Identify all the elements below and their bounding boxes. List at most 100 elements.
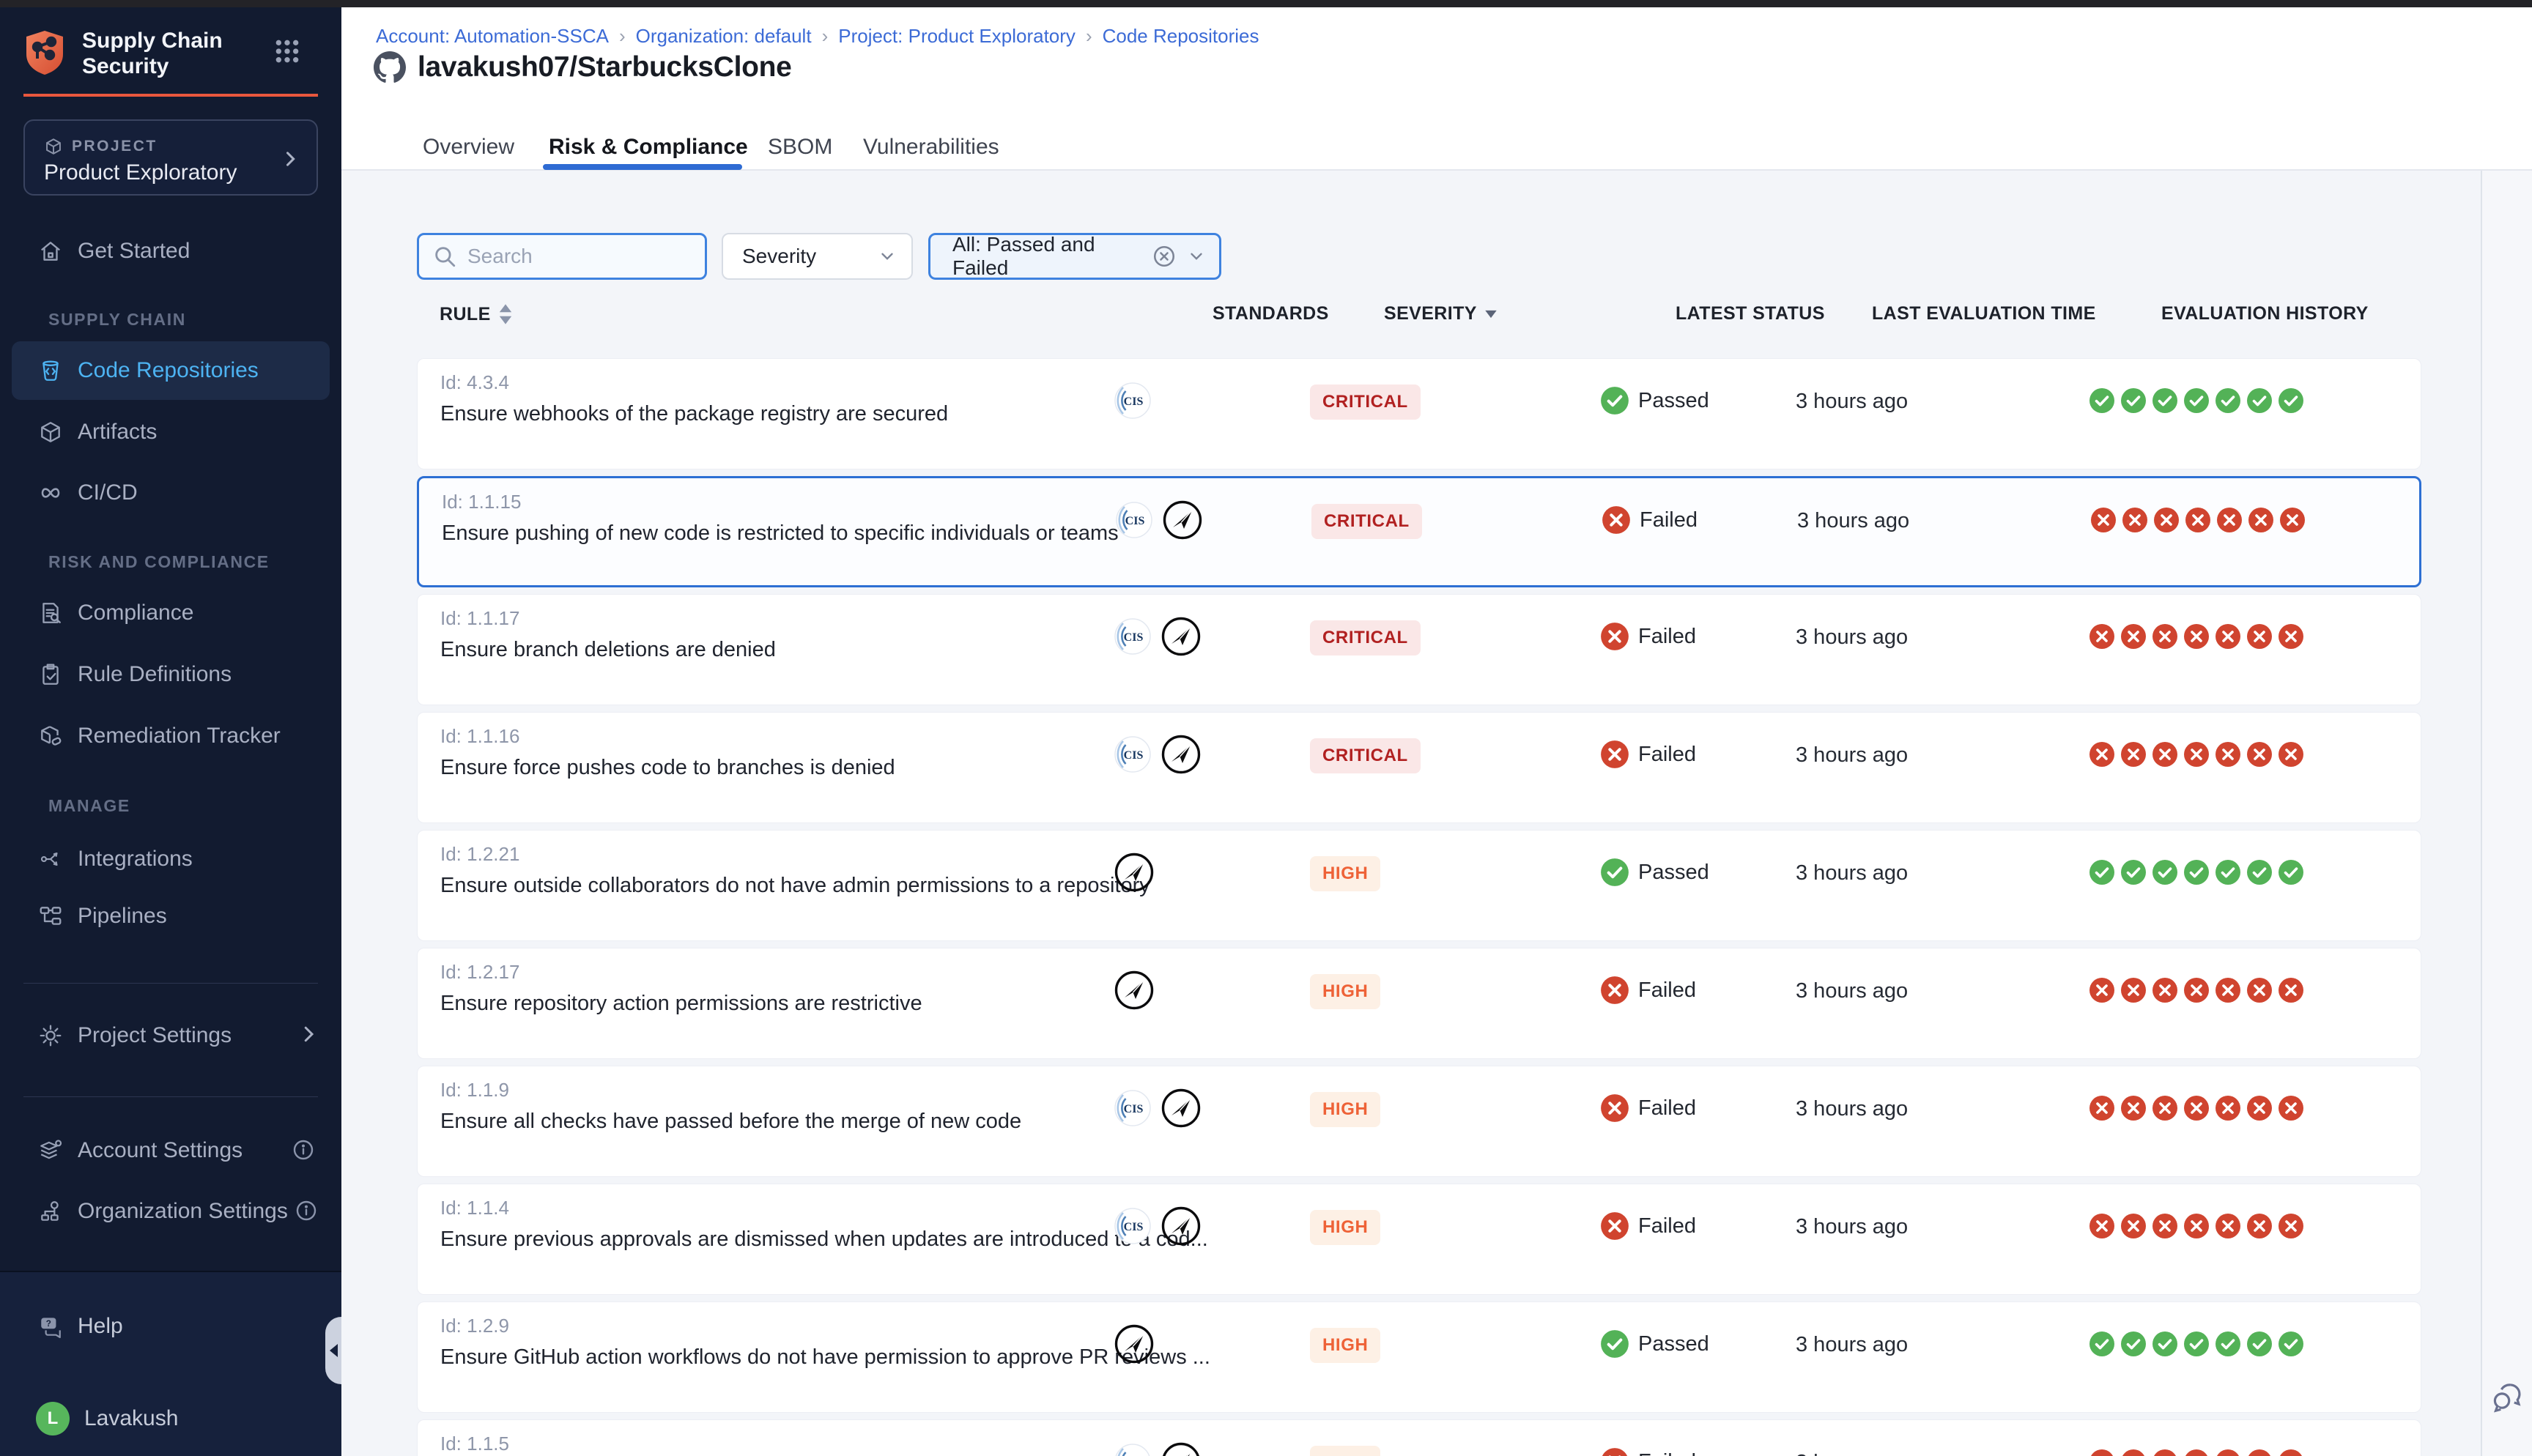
rule-id: Id: 1.1.5 xyxy=(440,1433,509,1455)
tab-sbom[interactable]: SBOM xyxy=(768,135,832,160)
tab-risk-and-compliance[interactable]: Risk & Compliance xyxy=(549,135,748,160)
plane-standard-badge xyxy=(1160,616,1202,657)
severity-dropdown[interactable]: Severity xyxy=(722,233,913,280)
breadcrumb-account[interactable]: Account: Automation-SSCA xyxy=(376,25,609,48)
divider xyxy=(23,983,318,984)
sidebar-item-artifacts[interactable]: Artifacts xyxy=(0,416,341,448)
table-row[interactable]: Id: 1.1.15 Ensure pushing of new code is… xyxy=(417,476,2421,587)
history-pass-icon xyxy=(2246,859,2273,885)
history-pass-icon xyxy=(2089,387,2115,414)
sidebar-item-help[interactable]: ? Help xyxy=(0,1310,341,1342)
chat-launcher-icon[interactable] xyxy=(2490,1379,2526,1416)
severity-badge: HIGH xyxy=(1310,1092,1380,1127)
history-fail-icon xyxy=(2215,1449,2241,1456)
sidebar-item-integrations[interactable]: Integrations xyxy=(0,843,341,875)
history-fail-icon xyxy=(2120,623,2147,650)
history-fail-icon xyxy=(2215,623,2241,650)
apps-grid-icon[interactable] xyxy=(273,37,302,66)
evaluation-history xyxy=(2090,507,2306,533)
sidebar-item-organization-settings[interactable]: Organization Settings xyxy=(0,1195,341,1227)
history-fail-icon xyxy=(2152,741,2178,768)
evaluation-history xyxy=(2089,1331,2304,1357)
history-pass-icon xyxy=(2152,387,2178,414)
search-field[interactable] xyxy=(417,233,707,280)
table-row[interactable]: Id: 1.2.21 Ensure outside collaborators … xyxy=(417,830,2421,941)
history-fail-icon xyxy=(2120,1213,2147,1239)
history-pass-icon xyxy=(2278,387,2304,414)
sidebar-collapse-handle[interactable] xyxy=(325,1317,341,1384)
sidebar-item-user[interactable]: L Lavakush xyxy=(0,1403,341,1435)
evaluation-history xyxy=(2089,977,2304,1003)
project-selector[interactable]: PROJECT Product Exploratory xyxy=(23,119,318,196)
evaluation-history xyxy=(2089,387,2304,414)
status-filter-dropdown[interactable]: All: Passed and Failed xyxy=(928,233,1221,280)
table-row[interactable]: Id: 4.3.4 Ensure webhooks of the package… xyxy=(417,358,2421,469)
column-rule[interactable]: RULE xyxy=(440,303,513,325)
cis-standard-badge: CIS xyxy=(1114,1089,1152,1127)
standards-badges: CIS xyxy=(1114,734,1202,775)
svg-text:CIS: CIS xyxy=(1124,1103,1144,1115)
severity-badge: HIGH xyxy=(1310,856,1380,891)
clear-filter-icon[interactable] xyxy=(1152,244,1177,269)
page-header: Account: Automation-SSCA › Organization:… xyxy=(341,7,2532,171)
project-name: Product Exploratory xyxy=(44,160,237,185)
github-icon xyxy=(374,51,406,83)
severity-badge: CRITICAL xyxy=(1310,385,1421,420)
breadcrumb-project[interactable]: Project: Product Exploratory xyxy=(838,25,1076,48)
breadcrumb-separator: › xyxy=(822,25,829,48)
standards-badges xyxy=(1114,970,1155,1011)
breadcrumb-organization[interactable]: Organization: default xyxy=(636,25,812,48)
evaluation-history xyxy=(2089,859,2304,885)
table-row[interactable]: Id: 1.2.17 Ensure repository action perm… xyxy=(417,948,2421,1059)
history-fail-icon xyxy=(2183,741,2210,768)
table-row[interactable]: Id: 1.1.16 Ensure force pushes code to b… xyxy=(417,712,2421,823)
history-pass-icon xyxy=(2246,1331,2273,1357)
tab-overview[interactable]: Overview xyxy=(423,135,514,160)
table-row[interactable]: Id: 1.1.17 Ensure branch deletions are d… xyxy=(417,594,2421,705)
table-row[interactable]: Id: 1.1.4 Ensure previous approvals are … xyxy=(417,1184,2421,1295)
sidebar-item-project-settings[interactable]: Project Settings xyxy=(0,1019,341,1052)
table-row[interactable]: Id: 1.1.5 CIS HIGH Failed 3 hours ago xyxy=(417,1419,2421,1456)
severity-badge: HIGH xyxy=(1310,1210,1380,1245)
app-title: Supply Chain Security xyxy=(82,28,251,79)
sidebar-item-code-repositories[interactable]: Code Repositories xyxy=(12,341,330,400)
sidebar-item-compliance[interactable]: Compliance xyxy=(0,597,341,629)
breadcrumb-code-repositories[interactable]: Code Repositories xyxy=(1103,25,1259,48)
history-fail-icon xyxy=(2216,507,2243,533)
info-icon[interactable] xyxy=(292,1138,316,1163)
rule-description: Ensure pushing of new code is restricted… xyxy=(442,521,1119,546)
history-fail-icon xyxy=(2152,623,2178,650)
history-fail-icon xyxy=(2279,507,2306,533)
table-row[interactable]: Id: 1.1.9 Ensure all checks have passed … xyxy=(417,1066,2421,1177)
plane-standard-badge xyxy=(1114,970,1155,1011)
cis-standard-badge: CIS xyxy=(1114,1207,1152,1245)
sort-icon[interactable] xyxy=(498,303,513,325)
history-fail-icon xyxy=(2183,1213,2210,1239)
standards-badges: CIS xyxy=(1114,1088,1202,1129)
rule-id: Id: 1.1.9 xyxy=(440,1079,509,1102)
history-pass-icon xyxy=(2152,859,2178,885)
info-icon[interactable] xyxy=(295,1199,319,1224)
sidebar-item-cicd[interactable]: CI/CD xyxy=(0,477,341,509)
column-severity[interactable]: SEVERITY xyxy=(1384,303,1498,324)
failed-x-icon xyxy=(1600,1211,1629,1241)
severity-badge: CRITICAL xyxy=(1311,504,1422,539)
failed-x-icon xyxy=(1600,1447,1629,1456)
history-fail-icon xyxy=(2246,1213,2273,1239)
sidebar-item-rule-definitions[interactable]: Rule Definitions xyxy=(0,658,341,691)
sidebar-item-remediation-tracker[interactable]: Remediation Tracker xyxy=(0,720,341,752)
document-search-icon xyxy=(38,601,63,625)
search-input[interactable] xyxy=(467,245,687,268)
evaluation-history xyxy=(2089,623,2304,650)
latest-status: Failed xyxy=(1600,1093,1696,1123)
sidebar-item-get-started[interactable]: Get Started xyxy=(0,235,341,267)
rule-id: Id: 1.2.9 xyxy=(440,1315,509,1337)
table-row[interactable]: Id: 1.2.9 Ensure GitHub action workflows… xyxy=(417,1301,2421,1413)
tab-vulnerabilities[interactable]: Vulnerabilities xyxy=(863,135,999,160)
sort-desc-icon xyxy=(1484,309,1498,319)
history-fail-icon xyxy=(2215,1095,2241,1121)
failed-x-icon xyxy=(1600,622,1629,651)
sidebar-item-account-settings[interactable]: Account Settings xyxy=(0,1134,341,1167)
active-tab-indicator xyxy=(543,164,742,170)
sidebar-item-pipelines[interactable]: Pipelines xyxy=(0,900,341,932)
